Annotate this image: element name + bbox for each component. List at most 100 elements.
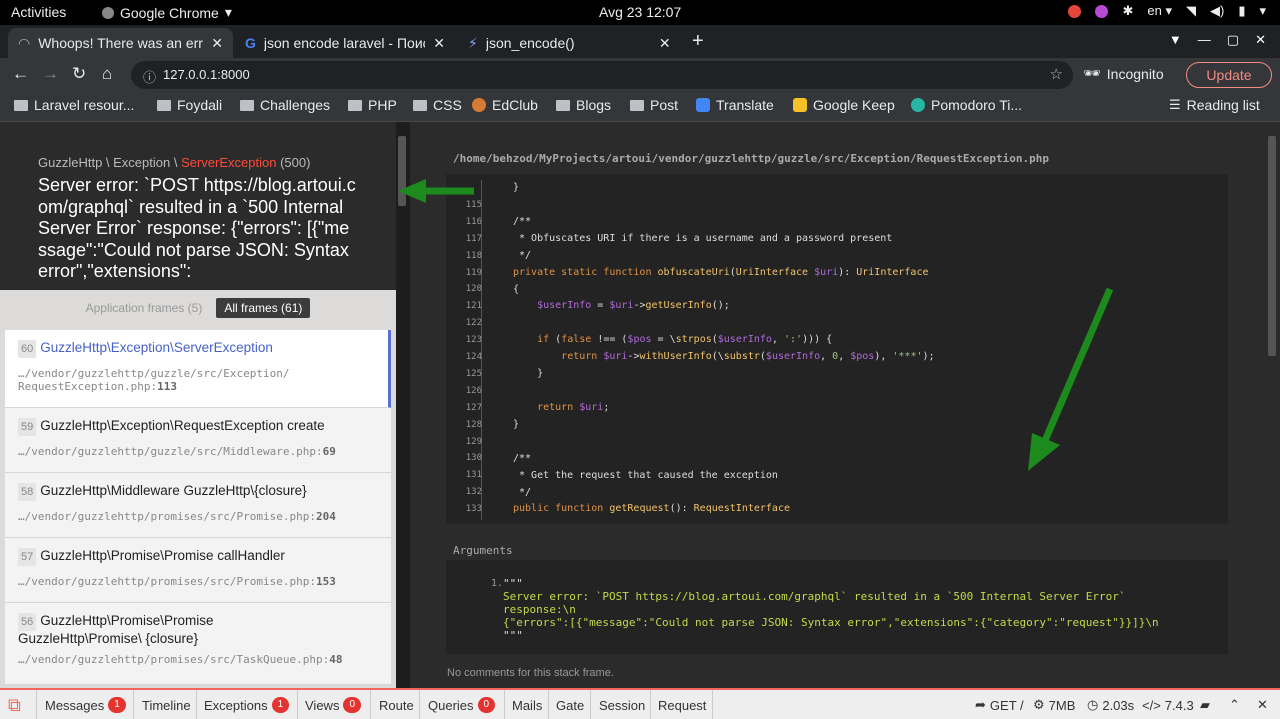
info-icon[interactable]: ⓘ — [143, 67, 156, 86]
scrollbar-thumb[interactable] — [398, 136, 406, 206]
activities-button[interactable]: Activities — [11, 4, 66, 20]
folder-icon — [157, 99, 171, 111]
line-number: 130 — [465, 453, 482, 464]
slack-icon[interactable]: ✱ — [1122, 3, 1133, 19]
route-method[interactable]: ➦ GET / — [975, 695, 1024, 715]
application-frames-tab[interactable]: Application frames (5) — [86, 301, 203, 315]
argument-value: """ Server error: `POST https://blog.art… — [503, 577, 1159, 642]
home-icon[interactable]: ⌂ — [102, 64, 112, 84]
new-tab-button[interactable]: + — [692, 30, 704, 53]
tab-title: json_encode() — [485, 35, 575, 51]
bookmark-foydali[interactable]: Foydali — [157, 97, 222, 113]
bookmark-challenges[interactable]: Challenges — [240, 97, 330, 113]
bookmark-php[interactable]: PHP — [348, 97, 397, 113]
forward-icon[interactable]: → — [42, 64, 59, 84]
bookmark-google-keep[interactable]: Google Keep — [793, 97, 895, 113]
battery-icon[interactable]: ▮ — [1238, 3, 1245, 19]
left-scrollbar[interactable] — [396, 122, 410, 688]
request-tab[interactable]: Request — [658, 695, 706, 715]
chevron-down-icon[interactable]: ▾ — [1259, 3, 1266, 19]
tab-whoops[interactable]: ◠ Whoops! There was an error ✕ — [8, 28, 233, 58]
language-indicator[interactable]: en ▾ — [1147, 3, 1172, 19]
timeline-tab[interactable]: Timeline — [142, 695, 191, 715]
folder-icon — [348, 99, 362, 111]
url-text[interactable]: 127.0.0.1:8000 — [163, 67, 250, 82]
close-icon[interactable]: ✕ — [433, 35, 445, 52]
tab-search-icon[interactable]: ▼ — [1169, 32, 1182, 48]
close-icon[interactable]: ✕ — [1257, 695, 1268, 715]
code-line: } — [513, 182, 520, 193]
line-number: 132 — [465, 487, 482, 498]
gate-tab[interactable]: Gate — [556, 695, 584, 715]
bookmark-blogs[interactable]: Blogs — [556, 97, 611, 113]
clock[interactable]: Avg 23 12:07 — [599, 4, 681, 20]
stack-frame[interactable]: 60 GuzzleHttp\Exception\ServerException …… — [5, 330, 391, 408]
close-icon[interactable]: ✕ — [211, 35, 223, 52]
bookmark-star-icon[interactable]: ☆ — [1050, 65, 1063, 83]
separator — [133, 690, 134, 719]
views-tab[interactable]: Views 0 — [305, 695, 362, 715]
bookmark-edclub[interactable]: EdClub — [472, 97, 538, 113]
queries-tab[interactable]: Queries 0 — [428, 695, 496, 715]
close-icon[interactable]: ✕ — [659, 35, 671, 52]
stack-frame[interactable]: 56 GuzzleHttp\Promise\Promise GuzzleHttp\… — [5, 603, 391, 685]
volume-icon[interactable]: ◀) — [1210, 3, 1224, 19]
code-viewer: 115 116 117 118 119 120 121 122 123 124 125 126 127 1… — [446, 174, 1228, 524]
browser-toolbar: ← → ↻ ⌂ ⓘ 127.0.0.1:8000 ☆ 🕶 Incognito U… — [0, 58, 1280, 91]
keep-icon — [793, 98, 807, 112]
back-icon[interactable]: ← — [12, 64, 29, 84]
session-tab[interactable]: Session — [599, 695, 645, 715]
maximize-icon[interactable]: ▢ — [1227, 32, 1239, 48]
system-tray[interactable]: ✱ en ▾ ◥ ◀) ▮ ▾ — [1068, 3, 1266, 19]
update-button[interactable]: Update — [1186, 62, 1272, 88]
chrome-tray-icon[interactable] — [1068, 4, 1082, 18]
reload-icon[interactable]: ↻ — [72, 64, 86, 84]
separator — [504, 690, 505, 719]
scrollbar-thumb[interactable] — [1268, 136, 1276, 356]
app-tray-icon[interactable] — [1095, 4, 1109, 18]
minimize-icon[interactable]: — — [1198, 32, 1211, 48]
all-frames-tab[interactable]: All frames (61) — [216, 298, 311, 318]
address-bar[interactable]: ⓘ 127.0.0.1:8000 ☆ — [131, 61, 1073, 89]
chevron-up-icon[interactable]: ⌃ — [1229, 695, 1240, 715]
tab-json-encode[interactable]: ⚡ json_encode() ✕ — [458, 28, 686, 58]
bookmark-pomodoro[interactable]: Pomodoro Ti... — [911, 97, 1022, 113]
laravel-logo-icon[interactable]: ⧉ — [8, 695, 21, 715]
app-menu[interactable]: Google Chrome ▾ — [102, 4, 232, 21]
route-tab[interactable]: Route — [379, 695, 414, 715]
line-number: 120 — [465, 284, 482, 295]
line-number: 127 — [465, 402, 482, 413]
no-comments-text: No comments for this stack frame. — [447, 667, 614, 679]
stack-frame[interactable]: 57 GuzzleHttp\Promise\Promise callHandler… — [5, 538, 391, 603]
reading-list[interactable]: ☰ Reading list — [1169, 97, 1260, 113]
code-panel: /home/behzod/MyProjects/artoui/vendor/gu… — [410, 122, 1266, 688]
bookmark-css[interactable]: CSS — [413, 97, 462, 113]
close-window-icon[interactable]: ✕ — [1255, 32, 1266, 48]
separator — [419, 690, 420, 719]
stack-frame[interactable]: 59 GuzzleHttp\Exception\RequestException … — [5, 408, 391, 473]
gutter-divider — [481, 180, 482, 520]
share-icon: ➦ — [975, 697, 986, 712]
chevron-down-icon: ▾ — [224, 4, 232, 20]
debug-bar: ⧉ Messages 1 Timeline Exceptions 1 Views 0 … — [0, 688, 1280, 719]
memory-usage[interactable]: ⚙ 7MB — [1033, 695, 1075, 715]
request-duration[interactable]: ◷ 2.03s — [1087, 695, 1134, 715]
incognito-indicator[interactable]: 🕶 Incognito — [1083, 65, 1164, 82]
folder-open-icon[interactable]: ▰ — [1200, 695, 1210, 715]
bookmark-translate[interactable]: Translate — [696, 97, 774, 113]
right-scrollbar[interactable] — [1266, 122, 1280, 688]
bookmark-laravel[interactable]: Laravel resour... — [14, 97, 134, 113]
gear-icon: ⚙ — [1033, 697, 1045, 712]
arguments-label: Arguments — [453, 544, 513, 557]
folder-icon — [240, 99, 254, 111]
mails-tab[interactable]: Mails — [512, 695, 542, 715]
exceptions-tab[interactable]: Exceptions 1 — [204, 695, 290, 715]
separator — [548, 690, 549, 719]
stack-frame[interactable]: 58 GuzzleHttp\Middleware GuzzleHttp\{clos… — [5, 473, 391, 538]
wifi-icon[interactable]: ◥ — [1186, 3, 1196, 19]
messages-tab[interactable]: Messages 1 — [45, 695, 126, 715]
tab-search[interactable]: G json encode laravel - Поиск ✕ — [235, 28, 455, 58]
bookmark-post[interactable]: Post — [630, 97, 678, 113]
code-line: * Get the request that caused the except… — [513, 470, 778, 481]
separator — [297, 690, 298, 719]
